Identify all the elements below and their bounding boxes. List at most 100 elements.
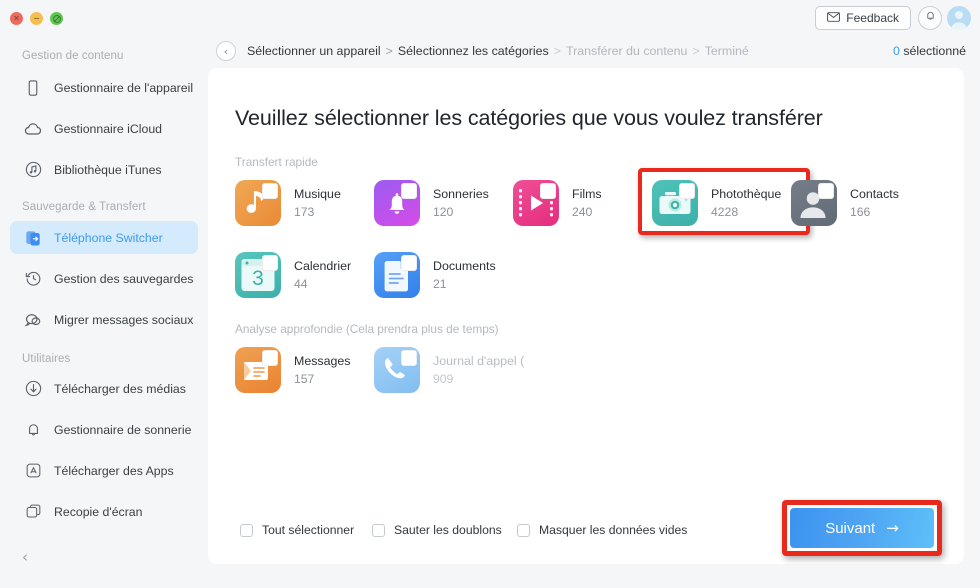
- tile-sonneries[interactable]: Sonneries 120: [374, 180, 489, 226]
- app-window: ✕ − Gestion de contenu Gestionnaire de l…: [0, 0, 980, 588]
- tile-checkbox[interactable]: [540, 183, 556, 199]
- tile-name: Films: [572, 187, 602, 201]
- sidebar-item-recopie-decran[interactable]: Recopie d'écran: [10, 495, 198, 528]
- checkbox-box[interactable]: [517, 523, 530, 537]
- sidebar-item-migrer-messages-sociaux[interactable]: Migrer messages sociaux: [10, 303, 198, 336]
- page-title: Veuillez sélectionner les catégories que…: [235, 106, 823, 130]
- tile-checkbox[interactable]: [262, 255, 278, 271]
- phone-call-icon: [374, 347, 420, 393]
- window-controls: ✕ −: [10, 12, 63, 25]
- sidebar-item-telecharger-des-medias[interactable]: Télécharger des médias: [10, 372, 198, 405]
- tile-checkbox[interactable]: [262, 350, 278, 366]
- message-envelope-icon: [235, 347, 281, 393]
- tile-messages[interactable]: Messages 157: [235, 347, 350, 393]
- tile-count: 4228: [711, 205, 739, 219]
- checkbox-sauter-les-doublons[interactable]: Sauter les doublons: [372, 523, 502, 537]
- phone-icon: [22, 77, 44, 99]
- film-play-icon: [513, 180, 559, 226]
- sidebar: ✕ − Gestion de contenu Gestionnaire de l…: [0, 0, 208, 588]
- breadcrumb-item-3: Terminé: [704, 44, 749, 58]
- sidebar-item-label: Téléphone Switcher: [54, 230, 163, 245]
- tile-musique[interactable]: Musique 173: [235, 180, 341, 226]
- tile-checkbox[interactable]: [401, 183, 417, 199]
- tile-count: 44: [294, 277, 308, 291]
- tile-checkbox[interactable]: [401, 350, 417, 366]
- bell-icon: [374, 180, 420, 226]
- tile-journal-dappel[interactable]: Journal d'appel ( 909: [374, 347, 524, 393]
- checkbox-label: Sauter les doublons: [394, 523, 502, 537]
- next-button-label: Suivant: [825, 519, 876, 537]
- tile-checkbox[interactable]: [679, 183, 695, 199]
- tile-name: Photothèque: [711, 187, 782, 201]
- download-circle-icon: [22, 378, 44, 400]
- sidebar-item-label: Gestionnaire iCloud: [54, 121, 163, 136]
- tile-calendrier[interactable]: 3 Calendrier 44: [235, 252, 351, 298]
- minimize-button[interactable]: −: [30, 12, 43, 25]
- tile-count: 166: [850, 205, 871, 219]
- clock-restore-icon: [22, 268, 44, 290]
- section-label-analyse-approfondie: Analyse approfondie (Cela prendra plus d…: [235, 322, 499, 336]
- cloud-icon: [22, 118, 44, 140]
- close-button[interactable]: ✕: [10, 12, 23, 25]
- tile-checkbox[interactable]: [262, 183, 278, 199]
- tile-contacts[interactable]: Contacts 166: [791, 180, 899, 226]
- screen-mirror-icon: [22, 501, 44, 523]
- maximize-button[interactable]: [50, 12, 63, 25]
- sidebar-item-label: Gestion des sauvegardes: [54, 271, 194, 286]
- sidebar-item-label: Recopie d'écran: [54, 504, 143, 519]
- sidebar-item-label: Gestionnaire de l'appareil: [54, 80, 194, 95]
- phone-switch-icon: [22, 227, 44, 249]
- tile-name: Contacts: [850, 187, 899, 201]
- tile-count: 157: [294, 372, 315, 386]
- selection-label: sélectionné: [903, 44, 966, 58]
- feedback-button[interactable]: Feedback: [815, 6, 911, 30]
- sidebar-item-label: Télécharger des Apps: [54, 463, 174, 478]
- sidebar-item-gestionnaire-icloud[interactable]: Gestionnaire iCloud: [10, 112, 198, 145]
- back-button[interactable]: ‹: [216, 41, 236, 61]
- user-avatar-icon: [951, 11, 967, 30]
- checkbox-masquer-les-donnees-vides[interactable]: Masquer les données vides: [517, 523, 687, 537]
- avatar[interactable]: [947, 6, 971, 30]
- content-card: Veuillez sélectionner les catégories que…: [208, 68, 964, 564]
- calendar-3-icon: 3: [235, 252, 281, 298]
- tile-count: 21: [433, 277, 447, 291]
- tile-checkbox[interactable]: [401, 255, 417, 271]
- sidebar-item-bibliotheque-itunes[interactable]: Bibliothèque iTunes: [10, 153, 198, 186]
- breadcrumb-item-1[interactable]: Sélectionnez les catégories: [398, 44, 549, 58]
- sidebar-item-telecharger-des-apps[interactable]: Télécharger des Apps: [10, 454, 198, 487]
- checkbox-label: Tout sélectionner: [262, 523, 355, 537]
- tile-phototheque[interactable]: Photothèque 4228: [652, 180, 781, 226]
- checkbox-tout-selectionner[interactable]: Tout sélectionner: [240, 523, 354, 537]
- tile-text: Documents 21: [433, 259, 496, 291]
- sidebar-collapse-button[interactable]: ‹: [22, 548, 28, 566]
- feedback-label: Feedback: [846, 11, 899, 25]
- sidebar-item-label: Gestionnaire de sonnerie: [54, 422, 192, 437]
- tile-count: 173: [294, 205, 315, 219]
- tile-films[interactable]: Films 240: [513, 180, 602, 226]
- breadcrumb-item-0[interactable]: Sélectionner un appareil: [247, 44, 381, 58]
- bell-icon: [924, 9, 937, 27]
- tile-text: Messages 157: [294, 354, 350, 386]
- sidebar-item-gestionnaire-de-lappareil[interactable]: Gestionnaire de l'appareil: [10, 71, 198, 104]
- tile-checkbox[interactable]: [818, 183, 834, 199]
- section-label-transfert-rapide: Transfert rapide: [235, 155, 318, 169]
- tile-name: Messages: [294, 354, 351, 368]
- sidebar-item-telephone-switcher[interactable]: Téléphone Switcher: [10, 221, 198, 254]
- breadcrumb-separator: >: [385, 44, 393, 58]
- tile-name: Documents: [433, 259, 496, 273]
- next-button[interactable]: Suivant →: [790, 508, 934, 548]
- sidebar-item-label: Bibliothèque iTunes: [54, 162, 162, 177]
- breadcrumb-separator: >: [692, 44, 700, 58]
- tile-text: Sonneries 120: [433, 187, 489, 219]
- checkbox-label: Masquer les données vides: [539, 523, 688, 537]
- itunes-music-icon: [22, 159, 44, 181]
- tile-text: Photothèque 4228: [711, 187, 781, 219]
- sidebar-item-gestion-des-sauvegardes[interactable]: Gestion des sauvegardes: [10, 262, 198, 295]
- notifications-button[interactable]: [918, 6, 942, 30]
- checkbox-box[interactable]: [240, 523, 253, 537]
- checkbox-box[interactable]: [372, 523, 385, 537]
- sidebar-item-label: Télécharger des médias: [54, 381, 186, 396]
- tile-documents[interactable]: Documents 21: [374, 252, 496, 298]
- sidebar-item-gestionnaire-de-sonnerie[interactable]: Gestionnaire de sonnerie: [10, 413, 198, 446]
- tile-count: 240: [572, 205, 593, 219]
